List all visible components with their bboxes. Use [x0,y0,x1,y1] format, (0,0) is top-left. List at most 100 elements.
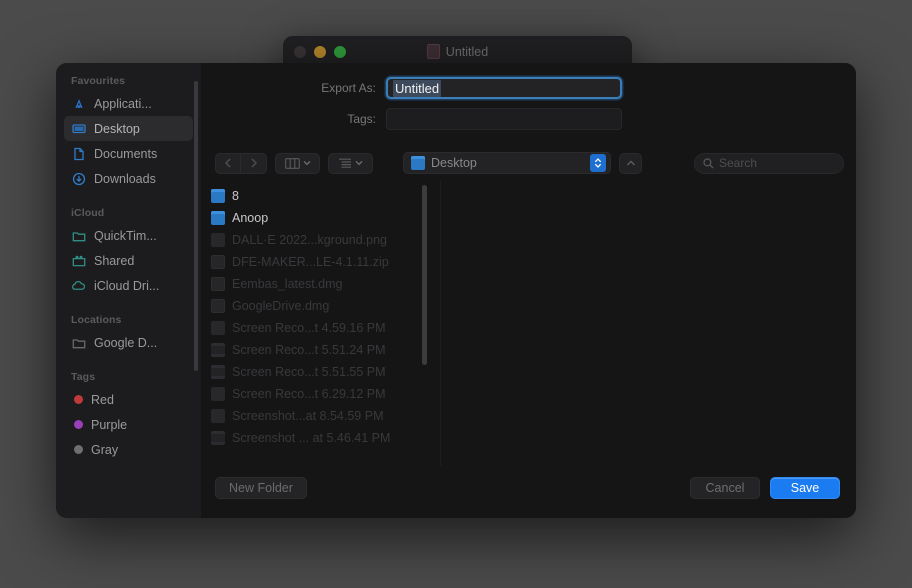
file-row[interactable]: Anoop › [201,207,433,229]
tag-dot-icon [74,420,83,429]
image-file-icon [211,409,225,423]
search-input[interactable]: Search [694,152,844,174]
export-as-row: Export As: Untitled [201,77,856,99]
column-view-icon [284,157,300,169]
file-browser-columns: 8 › Anoop › DALL·E 2022...kground.png DF… [201,181,856,466]
back-button[interactable] [215,152,241,174]
downloads-icon [71,171,86,186]
search-placeholder: Search [719,156,758,170]
file-row[interactable]: 8 › [201,185,433,207]
icloud-icon [71,278,86,293]
location-label: Desktop [431,156,477,170]
file-name: Screen Reco...t 5.51.24 PM [232,343,386,357]
file-row: GoogleDrive.dmg [201,295,433,317]
traffic-light-group [294,45,346,58]
chevron-down-icon [355,160,363,166]
file-name: DFE-MAKER...LE-4.1.11.zip [232,255,389,269]
popup-chevrons-icon [590,154,606,172]
folder-icon [411,156,425,170]
view-mode-button[interactable] [275,152,320,174]
movie-file-icon [211,343,225,357]
tags-row: Tags: [201,108,856,130]
tags-label: Tags: [347,112,376,126]
file-name: Screenshot...at 8.54.59 PM [232,409,384,423]
background-window-title: Untitled [445,44,489,59]
sidebar-item-documents[interactable]: Documents [64,141,193,166]
export-as-value: Untitled [393,79,442,97]
dialog-footer: New Folder Cancel Save [201,466,856,518]
file-row: DFE-MAKER...LE-4.1.11.zip [201,251,433,273]
file-row: Screen Reco...t 4.59.16 PM [201,317,433,339]
sidebar-item-applications[interactable]: Applicati... [64,91,193,116]
export-save-dialog: Favourites Applicati... Desktop Document… [56,63,856,518]
search-icon [703,157,714,168]
export-as-label: Export As: [321,81,376,95]
applications-icon [71,96,86,111]
folder-icon [211,189,225,203]
sidebar-item-google-drive[interactable]: Google D... [64,330,193,355]
save-button[interactable]: Save [770,477,840,499]
close-window-button[interactable] [294,45,306,58]
tag-dot-icon [74,395,83,404]
sidebar-item-icloud-drive[interactable]: iCloud Dri... [64,273,193,298]
sidebar-item-desktop[interactable]: Desktop [64,116,193,141]
file-name: 8 [232,189,239,203]
file-name: Anoop [232,211,269,225]
movie-file-icon [211,365,225,379]
dialog-main-panel: Export As: Untitled Tags: Desktop Search… [201,63,856,518]
folder-icon [71,228,86,243]
sidebar-item-quicktime[interactable]: QuickTim... [64,223,193,248]
form-area: Export As: Untitled Tags: [201,63,856,145]
group-by-button[interactable] [328,152,373,174]
document-file-icon [211,299,225,313]
minimize-window-button[interactable] [314,45,326,58]
sidebar-item-label: Google D... [94,335,158,350]
file-name: Screen Reco...t 5.51.55 PM [232,365,386,379]
file-name: GoogleDrive.dmg [232,299,330,313]
sidebar-item-label: Red [91,392,114,407]
sidebar-item-tag-red[interactable]: Red [64,387,193,412]
folder-icon [211,211,225,225]
tag-dot-icon [74,445,83,454]
chevron-up-icon [626,159,635,165]
cancel-button[interactable]: Cancel [690,477,760,499]
sidebar-item-tag-gray[interactable]: Gray [64,437,193,462]
list-view-icon [339,158,351,168]
file-name: Screen Reco...t 4.59.16 PM [232,321,386,335]
sidebar-item-label: iCloud Dri... [94,278,160,293]
file-list-scrollbar[interactable] [422,185,427,365]
forward-button[interactable] [241,152,267,174]
sidebar-item-label: Purple [91,417,128,432]
shared-folder-icon [71,253,86,268]
new-folder-button[interactable]: New Folder [215,477,307,499]
zoom-window-button[interactable] [334,45,346,58]
file-row: DALL·E 2022...kground.png [201,229,433,251]
sidebar-section-icloud-header: iCloud [71,207,105,219]
file-column: 8 › Anoop › DALL·E 2022...kground.png DF… [201,181,433,466]
document-icon [426,44,440,59]
sidebar-item-label: Documents [94,146,158,161]
sidebar-bottom-fade [56,492,201,518]
sidebar-item-label: Gray [91,442,119,457]
navigation-segment [215,152,267,174]
file-row: Screenshot ... at 5.46.41 PM [201,427,433,449]
sidebar-item-label: Downloads [94,171,156,186]
location-popup-button[interactable]: Desktop [403,152,611,174]
export-as-input[interactable]: Untitled [386,77,622,99]
image-file-icon [211,233,225,247]
column-divider [440,181,441,466]
sidebar-item-label: Applicati... [94,96,152,111]
movie-file-icon [211,431,225,445]
file-row: Screenshot...at 8.54.59 PM [201,405,433,427]
sidebar-item-shared[interactable]: Shared [64,248,193,273]
image-file-icon [211,321,225,335]
file-row: Screen Reco...t 5.51.24 PM [201,339,433,361]
go-up-button[interactable] [619,152,642,174]
sidebar-item-tag-purple[interactable]: Purple [64,412,193,437]
file-name: DALL·E 2022...kground.png [232,233,387,247]
file-row: Screen Reco...t 5.51.55 PM [201,361,433,383]
tags-input[interactable] [386,108,622,130]
sidebar: Favourites Applicati... Desktop Document… [56,63,201,518]
sidebar-scrollbar[interactable] [194,81,198,371]
sidebar-item-downloads[interactable]: Downloads [64,166,193,191]
